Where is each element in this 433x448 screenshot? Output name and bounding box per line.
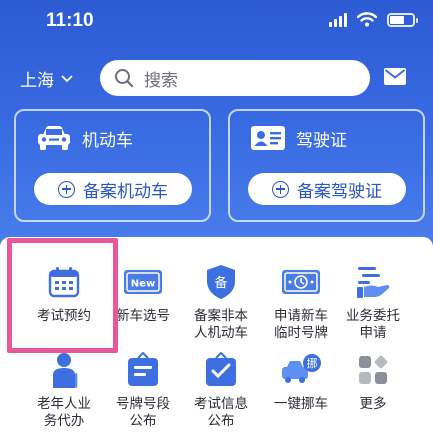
id-card-icon xyxy=(251,126,285,150)
service-label: 更多 xyxy=(359,396,387,412)
register-license-button[interactable]: 备案驾驶证 xyxy=(248,173,406,205)
service-label: 老年人业 务代办 xyxy=(37,396,91,429)
register-vehicle-label: 备案机动车 xyxy=(83,181,168,202)
temp-plate-icon xyxy=(282,270,320,294)
svg-text:备: 备 xyxy=(214,275,227,291)
service-label: 号牌号段 公布 xyxy=(116,396,170,429)
svg-text:New: New xyxy=(131,279,155,290)
service-register-other-vehicle[interactable]: 备 备案非本 人机动车 xyxy=(182,262,260,342)
service-label: 申请新车 临时号牌 xyxy=(274,308,328,341)
service-elderly-proxy[interactable]: 老年人业 务代办 xyxy=(25,350,103,430)
plus-circle-icon xyxy=(272,180,289,198)
calendar-icon xyxy=(48,267,80,298)
service-label: 考试预约 xyxy=(37,308,91,324)
service-new-plate[interactable]: New 新车选号 xyxy=(104,262,182,325)
register-license-label: 备案驾驶证 xyxy=(297,181,382,202)
exam-info-icon xyxy=(206,352,236,386)
search-placeholder: 搜索 xyxy=(144,70,178,91)
service-label: 考试信息 公布 xyxy=(194,396,248,429)
service-label: 业务委托 申请 xyxy=(346,308,400,341)
delegate-icon xyxy=(357,267,390,298)
service-label: 备案非本 人机动车 xyxy=(194,308,248,341)
mail-icon[interactable] xyxy=(384,68,406,85)
service-move-car[interactable]: 挪 一键挪车 xyxy=(262,350,340,413)
shield-bei-icon: 备 xyxy=(207,265,235,299)
city-selector[interactable]: 上海 xyxy=(20,66,74,91)
elderly-icon xyxy=(53,353,78,388)
service-label: 新车选号 xyxy=(116,308,170,324)
service-exam-info[interactable]: 考试信息 公布 xyxy=(182,350,260,430)
register-vehicle-button[interactable]: 备案机动车 xyxy=(34,173,192,205)
service-exam-booking[interactable]: 考试预约 xyxy=(25,262,103,325)
chevron-down-icon xyxy=(61,74,73,82)
search-input[interactable]: 搜索 xyxy=(100,60,370,96)
new-plate-icon: New xyxy=(124,270,162,294)
svg-text:挪: 挪 xyxy=(307,356,318,370)
car-icon xyxy=(38,126,70,150)
status-time: 11:10 xyxy=(46,10,94,31)
city-label: 上海 xyxy=(20,71,54,91)
vehicle-card: 机动车 备案机动车 xyxy=(14,109,211,222)
service-temp-plate[interactable]: 申请新车 临时号牌 xyxy=(262,262,340,342)
battery-icon xyxy=(387,12,418,27)
more-icon xyxy=(359,355,388,384)
vehicle-card-title: 机动车 xyxy=(82,130,133,151)
license-card: 驾驶证 备案驾驶证 xyxy=(228,109,425,222)
status-icons xyxy=(329,12,418,27)
cellular-signal-icon xyxy=(329,12,347,27)
plate-range-icon xyxy=(128,352,158,386)
service-more[interactable]: 更多 xyxy=(334,350,412,413)
move-car-icon: 挪 xyxy=(282,354,321,383)
search-icon xyxy=(115,69,134,88)
plus-circle-icon xyxy=(58,180,75,198)
service-delegation[interactable]: 业务委托 申请 xyxy=(334,262,412,342)
license-card-title: 驾驶证 xyxy=(296,130,347,151)
wifi-icon xyxy=(357,12,377,27)
service-label: 一键挪车 xyxy=(274,396,328,412)
service-plate-range[interactable]: 号牌号段 公布 xyxy=(104,350,182,430)
